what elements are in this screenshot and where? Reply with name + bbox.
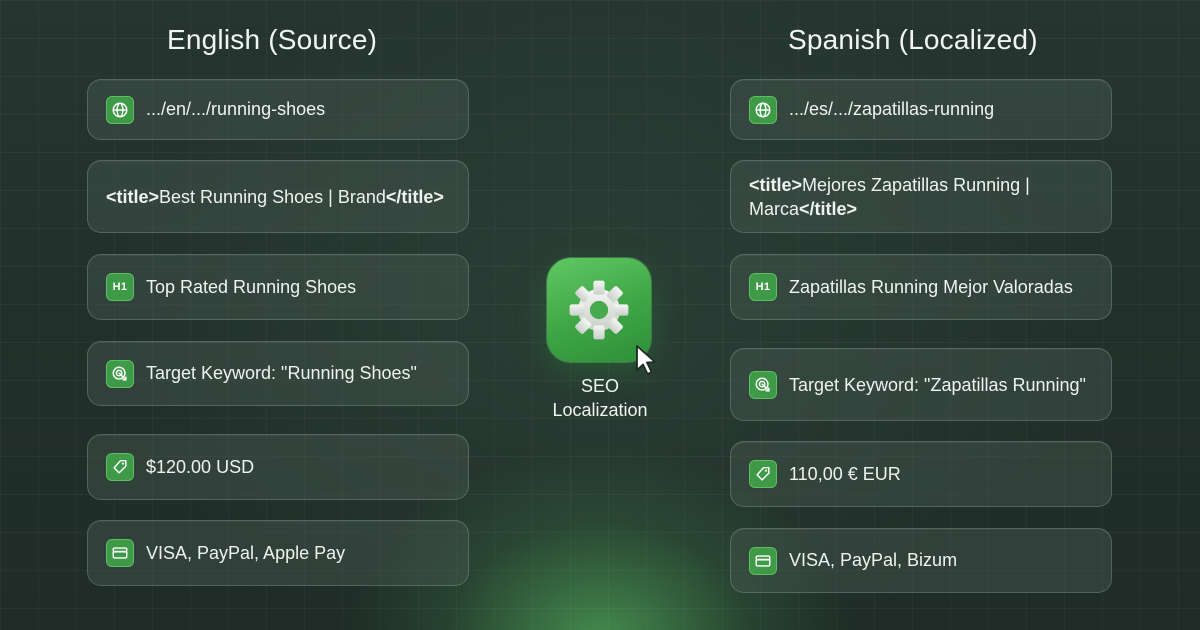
- localized-title-tag-text: <title>Mejores Zapatillas Running | Marc…: [749, 173, 1093, 221]
- center-label-line1: SEO: [580, 376, 619, 396]
- title-open-tag: <title>: [106, 186, 160, 207]
- localized-h1-card: H1 Zapatillas Running Mejor Valoradas: [730, 254, 1112, 320]
- source-payments-card: VISA, PayPal, Apple Pay: [87, 520, 469, 586]
- heading-icon: H1: [749, 273, 777, 301]
- gear-icon: [569, 280, 629, 340]
- center-label-line2: Localization: [552, 400, 648, 420]
- localized-keyword-card: Target Keyword: "Zapatillas Running": [730, 348, 1112, 421]
- localized-h1-text: Zapatillas Running Mejor Valoradas: [789, 276, 1073, 297]
- source-title-tag-text: <title>Best Running Shoes | Brand</title…: [106, 185, 444, 209]
- localized-payments-text: VISA, PayPal, Bizum: [789, 550, 958, 570]
- title-close-tag: </title>: [799, 198, 858, 219]
- credit-card-icon: [749, 546, 777, 575]
- source-keyword-text: Target Keyword: "Running Shoes": [146, 363, 417, 383]
- price-tag-icon: [106, 453, 134, 481]
- target-icon: [106, 359, 134, 388]
- credit-card-icon: [106, 539, 134, 567]
- localized-url-text: .../es/.../zapatillas-running: [789, 99, 995, 119]
- title-tag-content: Best Running Shoes | Brand: [159, 186, 386, 207]
- title-close-tag: </title>: [385, 186, 444, 207]
- heading-icon: H1: [106, 273, 134, 301]
- source-price-card: $120.00 USD: [87, 434, 469, 500]
- localized-keyword-text: Target Keyword: "Zapatillas Running": [789, 374, 1086, 395]
- source-keyword-card: Target Keyword: "Running Shoes": [87, 341, 469, 406]
- source-url-text: .../en/.../running-shoes: [146, 99, 326, 119]
- source-url-card: .../en/.../running-shoes: [87, 79, 469, 140]
- title-open-tag: <title>: [749, 174, 803, 195]
- localized-price-text: 110,00 € EUR: [789, 463, 901, 484]
- seo-localization-label: SEO Localization: [520, 374, 680, 422]
- price-tag-icon: [749, 460, 777, 488]
- source-h1-text: Top Rated Running Shoes: [146, 276, 357, 297]
- source-h1-card: H1 Top Rated Running Shoes: [87, 254, 469, 320]
- globe-icon: [106, 95, 134, 124]
- globe-icon: [749, 95, 777, 124]
- source-price-text: $120.00 USD: [146, 456, 255, 477]
- localized-column-title: Spanish (Localized): [788, 24, 1038, 55]
- localized-payments-card: VISA, PayPal, Bizum: [730, 528, 1112, 593]
- source-title-tag-card: <title>Best Running Shoes | Brand</title…: [87, 160, 469, 233]
- localized-url-card: .../es/.../zapatillas-running: [730, 79, 1112, 140]
- localized-title-tag-card: <title>Mejores Zapatillas Running | Marc…: [730, 160, 1112, 233]
- source-column-title: English (Source): [167, 24, 378, 55]
- target-icon: [749, 370, 777, 399]
- source-payments-text: VISA, PayPal, Apple Pay: [146, 542, 346, 563]
- cursor-icon: [636, 345, 656, 375]
- localized-price-card: 110,00 € EUR: [730, 441, 1112, 507]
